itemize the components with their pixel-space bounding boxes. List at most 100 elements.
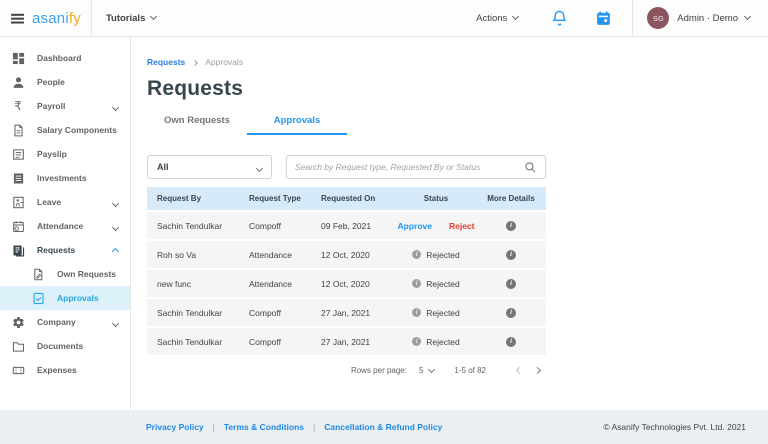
tab-approvals[interactable]: Approvals [247, 109, 347, 135]
logo-part2: fy [69, 10, 81, 27]
sidebar-item-people[interactable]: People [0, 70, 130, 94]
sidebar-item-requests[interactable]: Requests [0, 238, 130, 262]
body: Dashboard People ₹ Payroll Salary Compon… [0, 37, 768, 410]
cancellation-refund-link[interactable]: Cancellation & Refund Policy [324, 422, 442, 432]
sidebar-item-own-requests[interactable]: Own Requests [0, 262, 130, 286]
sidebar-item-label: Payroll [37, 101, 65, 111]
next-page-button[interactable] [528, 368, 546, 373]
calendar-icon [595, 10, 612, 27]
dashboard-icon [10, 52, 26, 65]
more-details-cell: i [476, 250, 546, 260]
more-details-icon[interactable]: i [506, 250, 516, 260]
breadcrumb-current: Approvals [205, 57, 243, 67]
reject-link[interactable]: Reject [449, 221, 475, 231]
requested-on-cell: 12 Oct, 2020 [311, 279, 396, 289]
expenses-ticket-icon [10, 364, 26, 377]
actions-menu[interactable]: Actions [476, 13, 518, 24]
sidebar-item-label: Attendance [37, 221, 83, 231]
sidebar-item-dashboard[interactable]: Dashboard [0, 46, 130, 70]
breadcrumb: Requests Approvals [147, 57, 546, 67]
copyright-text: © Asanify Technologies Pvt. Ltd. 2021 [603, 422, 746, 432]
status-cell: i Rejected [396, 279, 476, 289]
menu-icon[interactable] [10, 11, 25, 26]
footer-separator: | [213, 422, 215, 432]
more-details-icon[interactable]: i [506, 337, 516, 347]
more-details-cell: i [476, 308, 546, 318]
requests-icon [10, 244, 26, 257]
column-header: More Details [476, 194, 546, 203]
request-by-cell: Roh so Va [147, 250, 239, 260]
sidebar-item-company[interactable]: Company [0, 310, 130, 334]
more-details-cell: i [476, 221, 546, 231]
sidebar-item-expenses[interactable]: Expenses [0, 358, 130, 382]
sidebar-item-label: Salary Components [37, 125, 117, 135]
terms-conditions-link[interactable]: Terms & Conditions [224, 422, 304, 432]
footer-links: Privacy Policy | Terms & Conditions | Ca… [146, 422, 442, 432]
status-label: Rejected [426, 250, 460, 260]
approvals-table: Request By Request Type Requested On Sta… [147, 187, 546, 355]
breadcrumb-requests-link[interactable]: Requests [147, 57, 185, 67]
table-row: Sachin Tendulkar Compoff 27 Jan, 2021 i … [147, 328, 546, 355]
chevron-down-icon [113, 193, 118, 211]
request-by-cell: new func [147, 279, 239, 289]
search-box [286, 155, 546, 179]
more-details-icon[interactable]: i [506, 221, 516, 231]
calendar-button[interactable] [588, 10, 618, 27]
request-type-cell: Attendance [239, 250, 311, 260]
top-bar: asanify Tutorials Actions SG [0, 0, 768, 37]
avatar[interactable]: SG [647, 7, 669, 29]
request-by-cell: Sachin Tendulkar [147, 221, 239, 231]
rows-per-page-select[interactable]: 5 [419, 366, 434, 375]
tab-own-requests[interactable]: Own Requests [147, 109, 247, 135]
sidebar-item-investments[interactable]: Investments [0, 166, 130, 190]
sidebar-item-label: Approvals [57, 293, 99, 303]
own-requests-icon [30, 268, 46, 281]
request-type-cell: Compoff [239, 308, 311, 318]
requested-on-cell: 09 Feb, 2021 [311, 221, 396, 231]
sidebar-item-leave[interactable]: Leave [0, 190, 130, 214]
account-label: Admin · Demo [677, 13, 738, 24]
table-row: Sachin Tendulkar Compoff 09 Feb, 2021 Ap… [147, 212, 546, 239]
sidebar-item-documents[interactable]: Documents [0, 334, 130, 358]
investments-icon [10, 172, 26, 185]
documents-folder-icon [10, 340, 26, 353]
asanify-logo[interactable]: asanify [32, 10, 81, 27]
more-details-icon[interactable]: i [506, 279, 516, 289]
sidebar-item-label: Requests [37, 245, 75, 255]
more-details-icon[interactable]: i [506, 308, 516, 318]
status-cell: i Rejected [396, 250, 476, 260]
sidebar-item-salary-components[interactable]: Salary Components [0, 118, 130, 142]
filter-dropdown-value: All [157, 162, 169, 172]
sidebar-item-label: People [37, 77, 65, 87]
chevron-down-icon [744, 13, 751, 20]
sidebar-item-label: Investments [37, 173, 87, 183]
sidebar-item-payroll[interactable]: ₹ Payroll [0, 94, 130, 118]
footer: Privacy Policy | Terms & Conditions | Ca… [0, 410, 768, 444]
notifications-button[interactable] [544, 10, 574, 27]
filter-dropdown[interactable]: All [147, 155, 272, 179]
search-icon[interactable] [524, 161, 537, 174]
sidebar-item-approvals[interactable]: Approvals [0, 286, 130, 310]
status-info-icon: i [412, 308, 421, 317]
company-gear-icon [10, 316, 26, 329]
search-input[interactable] [295, 162, 524, 172]
sidebar-item-attendance[interactable]: Attendance [0, 214, 130, 238]
column-header: Requested On [311, 194, 396, 203]
tutorials-label: Tutorials [106, 13, 145, 24]
status-cell: i Rejected [396, 308, 476, 318]
tutorials-menu[interactable]: Tutorials [92, 13, 170, 24]
account-menu[interactable]: Admin · Demo [677, 13, 768, 24]
approve-link[interactable]: Approve [398, 221, 432, 231]
column-header: Request Type [239, 194, 311, 203]
privacy-policy-link[interactable]: Privacy Policy [146, 422, 204, 432]
previous-page-button[interactable] [510, 368, 528, 373]
status-label: Rejected [426, 337, 460, 347]
pagination-range: 1-5 of 82 [454, 366, 486, 375]
sidebar-item-label: Own Requests [57, 269, 116, 279]
status-info-icon: i [412, 337, 421, 346]
status-cell: i Rejected [396, 337, 476, 347]
requested-on-cell: 27 Jan, 2021 [311, 337, 396, 347]
footer-separator: | [313, 422, 315, 432]
approvals-icon [30, 292, 46, 305]
sidebar-item-payslip[interactable]: Payslip [0, 142, 130, 166]
